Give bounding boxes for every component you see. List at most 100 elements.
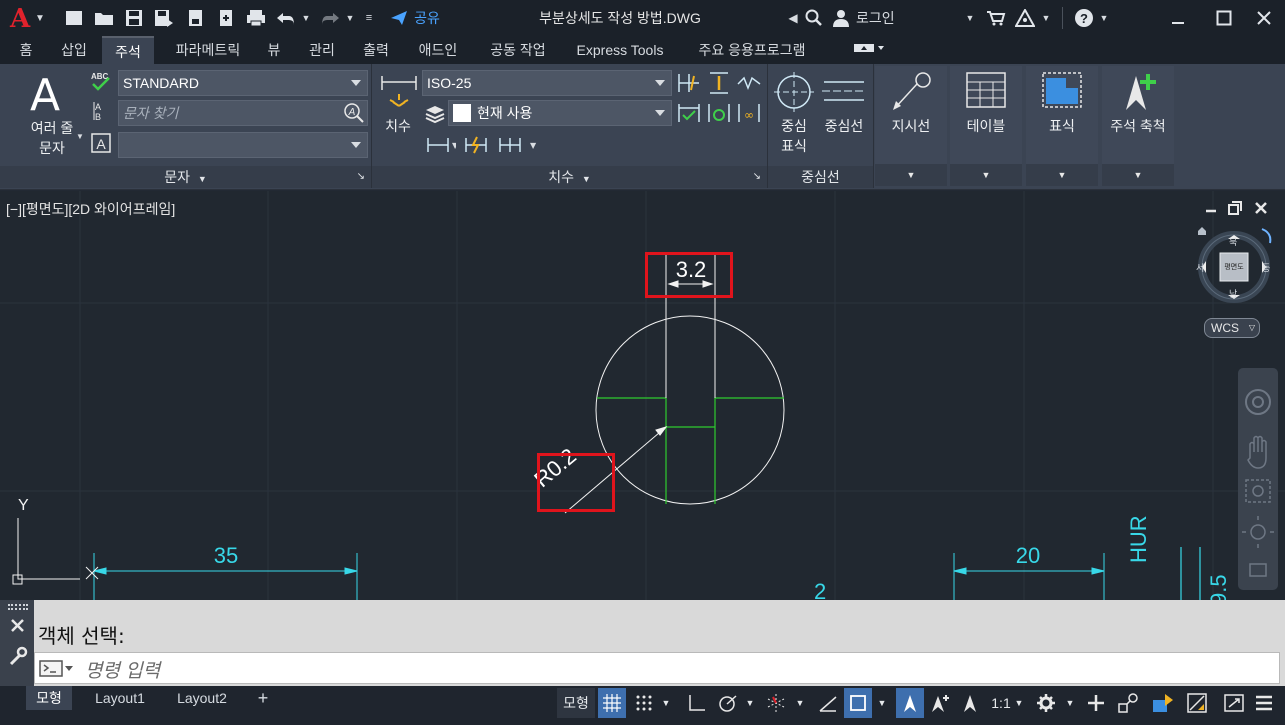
annotation-scale-icon[interactable] [956,688,984,718]
redo-dropdown-chevron-icon[interactable]: ▼ [344,0,356,36]
autodesk-app-icon[interactable] [1012,0,1038,36]
maximize-window-icon[interactable] [1206,0,1242,36]
zoom-extents-icon[interactable] [1245,479,1271,503]
search-back-chevron-icon[interactable]: ◀ [786,0,800,36]
dim-update-icon[interactable] [706,100,732,126]
add-layout-icon[interactable]: + [250,686,276,710]
viewport-controls-label[interactable]: [−][평면도][2D 와이어프레임] [6,199,175,219]
workspace-dropdown-chevron-icon[interactable]: ▼ [1062,688,1078,718]
app-menu-chevron-icon[interactable]: ▼ [34,0,46,36]
baseline-dimension-icon[interactable]: ▼ [498,134,538,156]
clean-screen-icon[interactable] [1220,688,1248,718]
units-icon[interactable] [1114,688,1142,718]
command-line-customize-wrench-icon[interactable] [8,646,28,666]
snap-dropdown-chevron-icon[interactable]: ▼ [658,688,674,718]
wcs-menu[interactable]: WCS ▽ [1204,318,1260,338]
tab-manage[interactable]: 관리 [300,36,344,64]
quick-dimension-icon[interactable] [464,134,494,156]
viewport-restore-icon[interactable] [1228,201,1242,215]
viewcube[interactable]: 북 남 동 서 평면도 [1192,225,1276,309]
tab-collaborate[interactable]: 공동 작업 [478,36,558,64]
dimension-layer-stack-icon[interactable] [424,102,446,124]
dim-adjust-space-icon[interactable] [706,70,732,96]
viewport-minimize-icon[interactable] [1204,201,1218,215]
annotation-scaling-button[interactable]: 주석 축척 ▼ [1102,66,1174,186]
tab-parametric[interactable]: 파라메트릭 [160,36,256,64]
login-dropdown-chevron-icon[interactable]: ▼ [963,0,977,36]
plot-icon[interactable] [244,0,268,36]
close-window-icon[interactable] [1246,0,1282,36]
layout-tab-model[interactable]: 모형 [26,686,72,710]
tables-panel-button[interactable]: 테이블 ▼ [950,66,1022,186]
continue-dimension-icon[interactable]: ▼ [426,134,459,156]
grid-toggle-icon[interactable] [598,688,626,718]
workspace-gear-icon[interactable] [1032,688,1060,718]
undo-icon[interactable] [274,0,298,36]
viewcube-west[interactable]: 서 [1196,261,1204,274]
cart-icon[interactable] [984,0,1008,36]
find-text-input[interactable]: 문자 찾기 A [118,100,368,126]
help-icon[interactable]: ? [1072,0,1096,36]
tab-view[interactable]: 뷰 [262,36,286,64]
model-space-button[interactable]: 모형 [557,688,595,718]
annotation-scale-dropdown-chevron-icon[interactable]: ▼ [1012,688,1026,718]
command-line-close-icon[interactable] [10,618,26,634]
app-dropdown-chevron-icon[interactable]: ▼ [1040,0,1052,36]
object-snap-icon[interactable] [844,688,872,718]
markup-panel-button[interactable]: 표식 ▼ [1026,66,1098,186]
save-icon[interactable] [122,0,146,36]
spell-check-icon[interactable]: ABC [90,70,112,92]
text-height-icon[interactable]: A [90,132,112,154]
command-prompt-icon[interactable] [39,660,75,678]
dimension-style-select[interactable]: ISO-25 [422,70,672,96]
tab-home[interactable]: 홈 [10,36,42,64]
dim-jog-icon[interactable] [736,70,762,96]
snap-mode-icon[interactable] [630,688,658,718]
polar-dropdown-chevron-icon[interactable]: ▼ [742,688,758,718]
save-as-icon[interactable] [152,0,176,36]
ribbon-minimize-toggle[interactable] [846,36,890,64]
tab-annotate[interactable]: 주석 [102,36,154,64]
customize-toolbar-chevron-icon[interactable]: ≡ [362,0,376,36]
command-line-grip-icon[interactable] [8,604,28,610]
layout-tab-layout1[interactable]: Layout1 [84,686,156,710]
login-button[interactable]: 로그인 [832,0,922,36]
dim-inspect-icon[interactable] [676,100,702,126]
leaders-panel-button[interactable]: 지시선 ▼ [875,66,947,186]
find-text-search-icon[interactable]: A [343,102,365,124]
text-height-select[interactable] [118,132,368,158]
search-icon[interactable] [803,0,825,36]
annotation-monitor-plus-icon[interactable] [1082,688,1110,718]
redo-icon[interactable] [318,0,342,36]
dim-break-icon[interactable] [676,70,702,96]
command-input[interactable]: 명령 입력 [34,652,1280,684]
share-button[interactable]: 공유 [386,0,444,36]
viewcube-south[interactable]: 남 [1229,287,1237,300]
help-dropdown-chevron-icon[interactable]: ▼ [1098,0,1110,36]
open-folder-icon[interactable] [92,0,116,36]
dimension-layer-select[interactable]: 현재 사용 [448,100,672,126]
autocad-logo-icon[interactable]: A [10,4,30,34]
dim-reassociate-icon[interactable]: ∞ [736,100,762,126]
tab-insert[interactable]: 삽입 [52,36,96,64]
tab-addins[interactable]: 애드인 [408,36,468,64]
save-to-web-icon[interactable] [214,0,238,36]
dimensions-panel-footer[interactable]: 치수 ▼ ↘ [372,166,767,188]
tab-output[interactable]: 출력 [356,36,396,64]
polar-tracking-icon[interactable] [714,688,742,718]
viewcube-east[interactable]: 동 [1262,261,1270,274]
showmotion-icon[interactable] [1249,563,1267,577]
undo-dropdown-chevron-icon[interactable]: ▼ [300,0,312,36]
tab-featured-apps[interactable]: 주요 응용프로그램 [682,36,822,64]
new-file-icon[interactable] [62,0,86,36]
tab-express-tools[interactable]: Express Tools [568,36,672,64]
minimize-window-icon[interactable] [1160,0,1196,36]
auto-scale-icon[interactable] [926,688,954,718]
ortho-mode-icon[interactable] [682,688,710,718]
find-text-ab-icon[interactable]: AB [92,100,112,122]
orbit-icon[interactable] [1242,516,1274,548]
customization-menu-icon[interactable] [1250,688,1278,718]
isolate-objects-icon[interactable] [1148,688,1178,718]
viewport-close-icon[interactable] [1254,201,1268,215]
drawing-canvas[interactable]: [−][평면도][2D 와이어프레임] 3.2 R0.2 35 20 HUR 9… [0,191,1285,600]
